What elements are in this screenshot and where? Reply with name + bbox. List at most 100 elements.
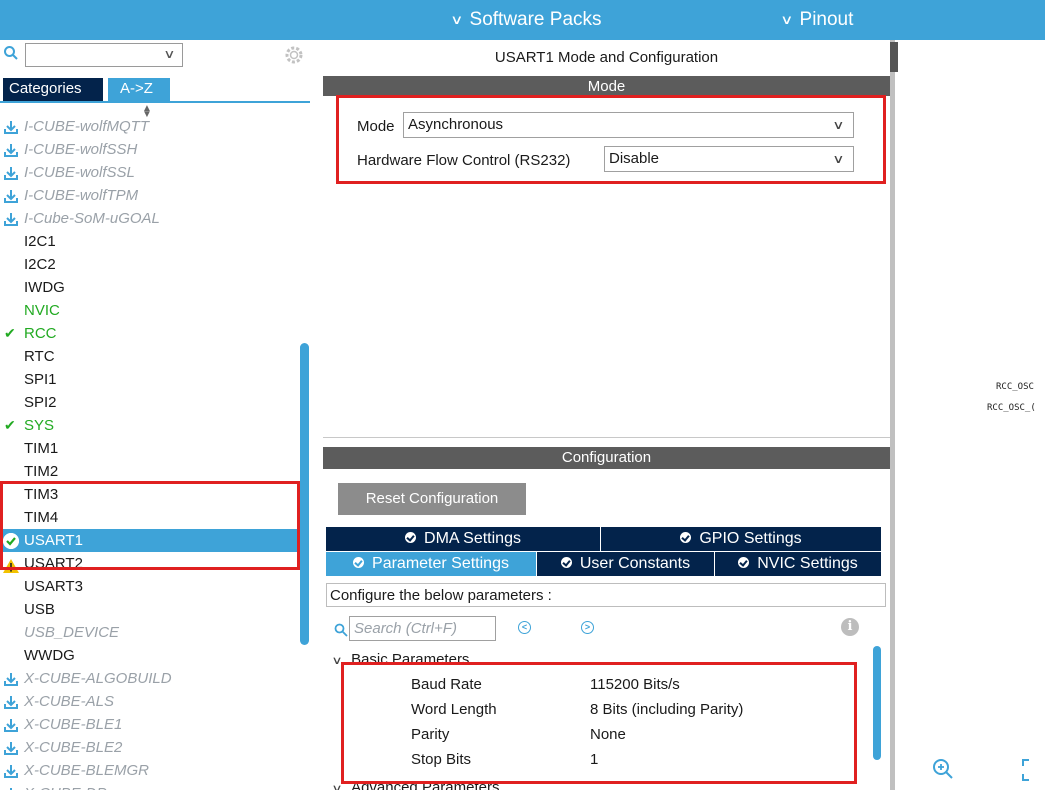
previous-match-icon[interactable]: <	[518, 621, 531, 634]
list-item-i-cube-wolfssl[interactable]: I-CUBE-wolfSSL	[0, 161, 300, 184]
list-item-label: NVIC	[24, 302, 60, 319]
tab-underline	[0, 101, 310, 103]
list-item-iwdg[interactable]: IWDG	[0, 276, 300, 299]
list-item-label: USART3	[24, 578, 83, 595]
list-item-label: I-CUBE-wolfMQTT	[24, 118, 149, 135]
search-icon	[334, 623, 348, 637]
list-item-sys[interactable]: ✔ SYS	[0, 414, 300, 437]
list-item-x-cube-ble1[interactable]: X-CUBE-BLE1	[0, 713, 300, 736]
flow-control-select[interactable]: Disable ∨	[604, 146, 854, 172]
mode-select[interactable]: Asynchronous ∨	[403, 112, 854, 138]
chevron-down-icon: ∨	[832, 152, 845, 166]
list-item-label: TIM1	[24, 440, 59, 457]
list-item-rtc[interactable]: RTC	[0, 345, 300, 368]
download-icon	[4, 211, 18, 226]
advanced-parameters-group[interactable]: ∨ Advanced Parameters	[331, 779, 500, 790]
list-item-x-cube-ble2[interactable]: X-CUBE-BLE2	[0, 736, 300, 759]
software-packs-menu[interactable]: ∨ Software Packs	[450, 9, 602, 31]
list-item-label: SPI2	[24, 394, 57, 411]
list-item-tim2[interactable]: TIM2	[0, 460, 300, 483]
list-item-spi2[interactable]: SPI2	[0, 391, 300, 414]
tab-nvic-settings[interactable]: NVIC Settings	[715, 552, 881, 576]
gear-icon[interactable]	[284, 45, 304, 65]
list-item-tim4[interactable]: TIM4	[0, 506, 300, 529]
list-item-i-cube-som-ugoal[interactable]: I-Cube-SoM-uGOAL	[0, 207, 300, 230]
list-item-tim3[interactable]: TIM3	[0, 483, 300, 506]
tab-categories[interactable]: Categories	[3, 78, 103, 101]
panel-splitter[interactable]	[890, 40, 895, 790]
parameter-value[interactable]: 8 Bits (including Parity)	[590, 701, 743, 718]
list-item-usb-device[interactable]: USB_DEVICE	[0, 621, 300, 644]
next-match-icon[interactable]: >	[581, 621, 594, 634]
peripheral-list: I-CUBE-wolfMQTT I-CUBE-wolfSSH I-CUBE-wolf…	[0, 118, 300, 790]
fit-to-screen-icon[interactable]	[1022, 759, 1044, 781]
search-combo-input[interactable]: ∨	[25, 43, 183, 67]
list-item-usb[interactable]: USB	[0, 598, 300, 621]
list-item-label: TIM2	[24, 463, 59, 480]
warning-icon	[3, 557, 19, 573]
parameter-value[interactable]: 115200 Bits/s	[590, 676, 680, 693]
list-item-x-cube-blemgr[interactable]: X-CUBE-BLEMGR	[0, 759, 300, 782]
tab-parameter-settings[interactable]: Parameter Settings	[326, 552, 536, 576]
list-item-i-cube-wolfssh[interactable]: I-CUBE-wolfSSH	[0, 138, 300, 161]
download-icon	[4, 188, 18, 203]
check-circle-icon	[680, 532, 692, 543]
list-item-x-cube-dpower[interactable]: X-CUBE-DPower	[0, 782, 300, 790]
list-item-usart1[interactable]: USART1	[0, 529, 300, 552]
list-item-label: SPI1	[24, 371, 57, 388]
chevron-down-icon: ∨	[780, 12, 794, 27]
pinout-menu[interactable]: ∨ Pinout	[780, 9, 853, 31]
parameter-value[interactable]: None	[590, 726, 626, 743]
group-label: Advanced Parameters	[351, 779, 500, 790]
tab-user-constants[interactable]: User Constants	[537, 552, 714, 576]
parameters-scrollbar[interactable]	[873, 646, 881, 760]
list-item-spi1[interactable]: SPI1	[0, 368, 300, 391]
collapse-handle-icon[interactable]	[890, 42, 898, 72]
zoom-in-icon[interactable]	[932, 758, 954, 780]
chevron-down-icon: ∨	[832, 118, 845, 132]
list-item-label: TIM4	[24, 509, 59, 526]
list-item-tim1[interactable]: TIM1	[0, 437, 300, 460]
list-item-nvic[interactable]: NVIC	[0, 299, 300, 322]
parameter-search-input[interactable]: Search (Ctrl+F)	[349, 616, 496, 641]
list-item-x-cube-algobuild[interactable]: X-CUBE-ALGOBUILD	[0, 667, 300, 690]
top-menu-bar: ∨ Software Packs ∨ Pinout	[0, 0, 1045, 40]
tab-dma-settings[interactable]: DMA Settings	[326, 527, 600, 551]
download-icon	[4, 763, 18, 778]
list-item-x-cube-als[interactable]: X-CUBE-ALS	[0, 690, 300, 713]
panel-title: USART1 Mode and Configuration	[494, 49, 719, 66]
list-item-label: USART1	[24, 532, 83, 549]
list-item-label: USB	[24, 601, 55, 618]
configure-instructions: Configure the below parameters :	[326, 583, 886, 607]
reset-configuration-button[interactable]: Reset Configuration	[338, 483, 526, 515]
check-circle-icon	[738, 557, 750, 568]
list-item-label: IWDG	[24, 279, 65, 296]
check-circle-icon	[560, 557, 572, 568]
list-item-label: SYS	[24, 417, 55, 434]
info-icon[interactable]: i	[841, 618, 859, 636]
list-item-rcc[interactable]: ✔ RCC	[0, 322, 300, 345]
list-item-i-cube-wolfmqtt[interactable]: I-CUBE-wolfMQTT	[0, 115, 300, 138]
list-scrollbar[interactable]	[300, 343, 309, 645]
list-item-label: I-CUBE-wolfTPM	[24, 187, 139, 204]
list-item-label: X-CUBE-ALGOBUILD	[24, 670, 172, 687]
divider	[323, 437, 890, 438]
parameter-value[interactable]: 1	[590, 751, 598, 768]
tab-label: DMA Settings	[424, 530, 521, 547]
list-item-label: USART2	[24, 555, 83, 572]
list-item-usart2[interactable]: USART2	[0, 552, 300, 575]
software-packs-label: Software Packs	[469, 9, 602, 30]
list-item-wwdg[interactable]: WWDG	[0, 644, 300, 667]
list-item-i-cube-wolftpm[interactable]: I-CUBE-wolfTPM	[0, 184, 300, 207]
basic-parameters-group[interactable]: ∨ Basic Parameters	[331, 651, 469, 668]
list-item-i2c1[interactable]: I2C1	[0, 230, 300, 253]
parameter-name: Parity	[411, 726, 450, 743]
list-item-usart3[interactable]: USART3	[0, 575, 300, 598]
download-icon	[4, 671, 18, 686]
list-item-i2c2[interactable]: I2C2	[0, 253, 300, 276]
search-icon[interactable]	[3, 45, 19, 61]
list-item-label: X-CUBE-DPower	[24, 785, 139, 790]
tab-a-to-z[interactable]: A->Z	[108, 78, 170, 101]
tab-gpio-settings[interactable]: GPIO Settings	[601, 527, 881, 551]
list-item-label: RTC	[24, 348, 55, 365]
